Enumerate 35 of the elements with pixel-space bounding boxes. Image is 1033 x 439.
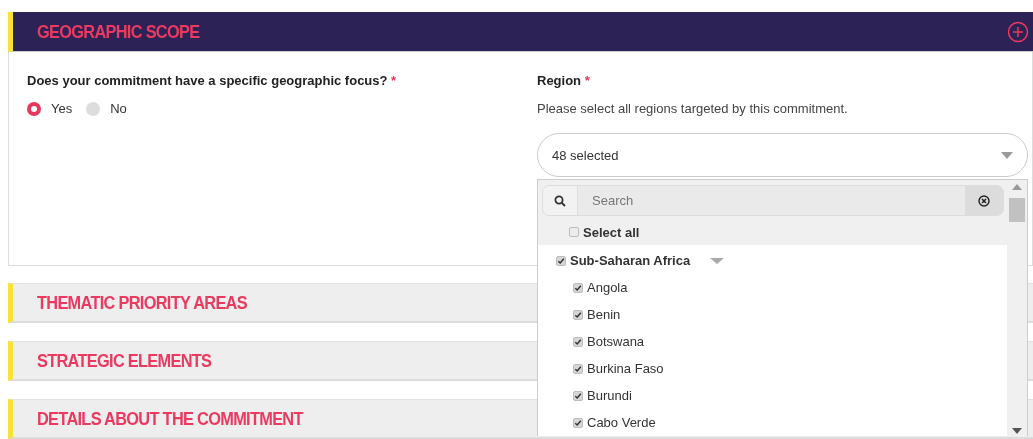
section-header[interactable]: GEOGRAPHIC SCOPE bbox=[8, 12, 1033, 52]
checkbox[interactable] bbox=[573, 336, 583, 347]
scroll-down-icon[interactable] bbox=[1012, 428, 1022, 434]
checkbox[interactable] bbox=[573, 282, 583, 293]
plus-circle-icon[interactable] bbox=[1007, 20, 1029, 43]
field-label: Region * bbox=[537, 73, 591, 88]
section-title: DETAILS ABOUT THE COMMITMENT bbox=[37, 407, 303, 430]
search-icon bbox=[554, 194, 566, 207]
select-value: 48 selected bbox=[552, 147, 620, 163]
option-label[interactable]: Burkina Faso bbox=[587, 361, 664, 376]
clear-icon[interactable] bbox=[978, 194, 990, 207]
radio-button[interactable] bbox=[27, 101, 41, 116]
option-label[interactable]: Angola bbox=[587, 280, 628, 295]
option-label[interactable]: Yes bbox=[51, 101, 73, 116]
checkbox[interactable] bbox=[569, 227, 579, 238]
option-label[interactable]: Cabo Verde bbox=[587, 415, 656, 430]
group-label[interactable]: Sub-Saharan Africa bbox=[570, 253, 691, 268]
select-all-label[interactable]: Select all bbox=[583, 224, 640, 240]
scrollbar-thumb[interactable] bbox=[1009, 198, 1025, 222]
radio-button[interactable] bbox=[86, 101, 101, 116]
search-field[interactable]: Search bbox=[542, 185, 1004, 217]
region-select[interactable]: 48 selected bbox=[537, 133, 1028, 177]
option-label[interactable]: Benin bbox=[587, 307, 621, 322]
field-hint: Please select all regions targeted by this commitment. bbox=[537, 101, 849, 116]
section-title: STRATEGIC ELEMENTS bbox=[37, 349, 212, 372]
checkbox[interactable] bbox=[573, 363, 583, 374]
checkbox[interactable] bbox=[573, 309, 583, 320]
caret-icon[interactable] bbox=[1001, 151, 1013, 159]
section-title: THEMATIC PRIORITY AREAS bbox=[37, 291, 247, 314]
checkbox[interactable] bbox=[573, 417, 583, 428]
option-label[interactable]: No bbox=[110, 101, 127, 116]
question-label: Does your commitment have a specific geographic focus? * bbox=[27, 73, 398, 88]
checkbox[interactable] bbox=[573, 390, 583, 401]
checkbox[interactable] bbox=[556, 255, 566, 266]
section-title: GEOGRAPHIC SCOPE bbox=[37, 20, 200, 43]
